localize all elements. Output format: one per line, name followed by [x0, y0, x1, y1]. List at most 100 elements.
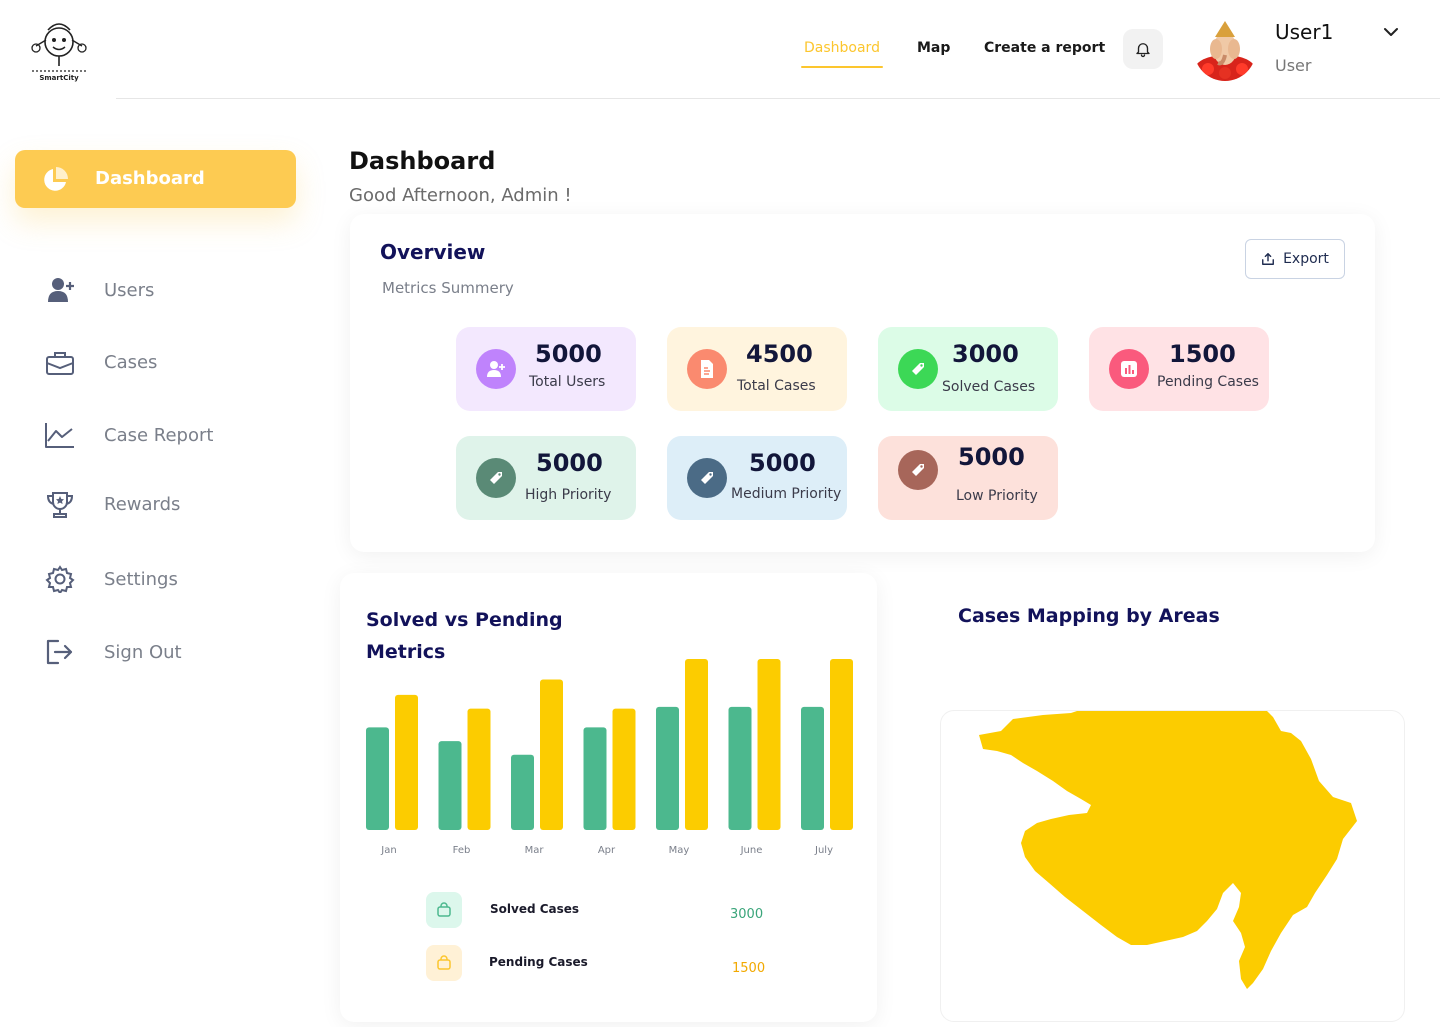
sidebar-item-dashboard[interactable]: Dashboard — [15, 150, 296, 208]
bar-solved-cases-jan[interactable] — [366, 727, 389, 830]
overview-subtitle: Metrics Summery — [382, 279, 514, 297]
metric-low-priority[interactable]: 5000 Low Priority — [878, 436, 1058, 520]
metric-label: High Priority — [525, 487, 612, 503]
metric-label: Medium Priority — [731, 486, 842, 502]
sidebar-item-settings[interactable]: Settings — [44, 561, 294, 597]
legend-pending-label: Pending Cases — [489, 955, 588, 969]
bar-pending-cases-july[interactable] — [830, 659, 853, 830]
user-name[interactable]: User1 — [1275, 20, 1333, 44]
x-tick-label: Feb — [453, 845, 471, 856]
metric-value: 1500 — [1169, 340, 1236, 368]
metric-icon-circle — [898, 349, 938, 389]
sidebar-item-case-report[interactable]: Case Report — [44, 417, 294, 453]
metric-pending-cases[interactable]: 1500 Pending Cases — [1089, 327, 1269, 411]
nav-active-underline — [801, 66, 883, 68]
metric-icon-circle — [898, 450, 938, 490]
metric-high-priority[interactable]: 5000 High Priority — [456, 436, 636, 520]
x-tick-label: July — [814, 845, 833, 856]
metric-value: 5000 — [749, 449, 816, 477]
metric-value: 5000 — [535, 340, 602, 368]
user-add-icon — [487, 361, 505, 377]
metric-label: Low Priority — [956, 488, 1038, 504]
metric-solved-cases[interactable]: 3000 Solved Cases — [878, 327, 1058, 411]
region-shape[interactable] — [979, 687, 1357, 989]
bar-solved-cases-mar[interactable] — [511, 754, 534, 830]
metric-icon-circle — [687, 458, 727, 498]
export-label: Export — [1283, 251, 1329, 267]
gear-icon — [44, 565, 76, 595]
map-title: Cases Mapping by Areas — [958, 605, 1220, 627]
tag-icon — [701, 472, 713, 484]
bar-solved-cases-july[interactable] — [801, 706, 824, 830]
upload-icon — [1262, 253, 1275, 265]
tag-icon — [490, 472, 502, 484]
metric-label: Total Cases — [737, 378, 816, 394]
metric-value: 4500 — [746, 340, 813, 368]
legend-solved-label: Solved Cases — [490, 902, 580, 916]
bar-pending-cases-mar[interactable] — [540, 679, 563, 830]
notification-button[interactable] — [1123, 29, 1163, 69]
x-tick-label: Apr — [598, 845, 616, 856]
bar-solved-cases-june[interactable] — [728, 706, 752, 830]
logo-caption: SmartCity — [39, 74, 79, 82]
sidebar-item-label: Users — [104, 280, 155, 301]
bar-chart-icon — [1121, 361, 1137, 377]
metric-label: Total Users — [529, 374, 606, 390]
sidebar-item-users[interactable]: Users — [44, 272, 294, 308]
sidebar-item-rewards[interactable]: Rewards — [44, 486, 294, 522]
sidebar-item-sign-out[interactable]: Sign Out — [44, 634, 294, 670]
sidebar-item-label: Settings — [104, 569, 178, 590]
trophy-icon — [44, 490, 76, 518]
nav-map[interactable]: Map — [917, 40, 950, 56]
metric-total-users[interactable]: 5000 Total Users — [456, 327, 636, 411]
nav-dashboard[interactable]: Dashboard — [804, 40, 880, 56]
x-tick-label: Mar — [525, 845, 545, 856]
metric-icon-circle — [476, 458, 516, 498]
map-card[interactable] — [940, 687, 1405, 1022]
briefcase-icon — [44, 348, 76, 376]
sidebar-item-label: Sign Out — [104, 642, 182, 663]
greeting: Good Afternoon, Admin ! — [349, 185, 572, 206]
bar-pending-cases-apr[interactable] — [612, 708, 636, 830]
user-menu-chevron[interactable] — [1382, 24, 1400, 38]
bar-pending-cases-may[interactable] — [685, 659, 708, 830]
avatar[interactable] — [1194, 19, 1256, 81]
bell-icon — [1136, 43, 1150, 58]
bag-icon — [437, 902, 451, 917]
line-chart-icon — [44, 421, 76, 449]
metric-label: Solved Cases — [942, 379, 1036, 395]
bar-pending-cases-june[interactable] — [757, 659, 781, 830]
bar-solved-cases-feb[interactable] — [438, 741, 462, 830]
export-button[interactable]: Export — [1245, 239, 1345, 279]
sidebar-item-label: Dashboard — [95, 168, 205, 189]
metric-label: Pending Cases — [1157, 374, 1259, 390]
tag-icon — [912, 464, 924, 476]
metric-value: 5000 — [958, 443, 1025, 471]
page-title: Dashboard — [349, 147, 496, 175]
bar-solved-cases-may[interactable] — [656, 706, 679, 830]
sidebar-item-label: Rewards — [104, 494, 181, 515]
legend-solved-value: 3000 — [730, 907, 764, 922]
pie-chart-icon — [41, 166, 69, 198]
user-role: User — [1275, 56, 1312, 75]
smartcity-logo[interactable]: SmartCity — [28, 16, 90, 86]
sign-out-icon — [44, 638, 76, 666]
nav-create-report[interactable]: Create a report — [984, 40, 1105, 56]
bar-pending-cases-feb[interactable] — [467, 708, 491, 830]
user-add-icon — [44, 276, 76, 304]
metric-medium-priority[interactable]: 5000 Medium Priority — [667, 436, 847, 520]
bar-chart: Jan Feb Mar Apr May June July — [366, 659, 853, 856]
metric-icon-circle — [687, 349, 727, 389]
header-divider — [116, 98, 1440, 99]
metric-total-cases[interactable]: 4500 Total Cases — [667, 327, 847, 411]
chevron-down-icon — [1384, 28, 1398, 36]
x-tick-label: May — [669, 845, 690, 856]
document-icon — [701, 360, 713, 378]
overview-title: Overview — [380, 240, 486, 264]
bar-pending-cases-jan[interactable] — [395, 694, 418, 830]
sidebar-item-label: Case Report — [104, 425, 214, 446]
bar-solved-cases-apr[interactable] — [583, 727, 607, 830]
bag-icon — [437, 955, 451, 970]
metric-value: 3000 — [952, 340, 1019, 368]
sidebar-item-cases[interactable]: Cases — [44, 344, 294, 380]
